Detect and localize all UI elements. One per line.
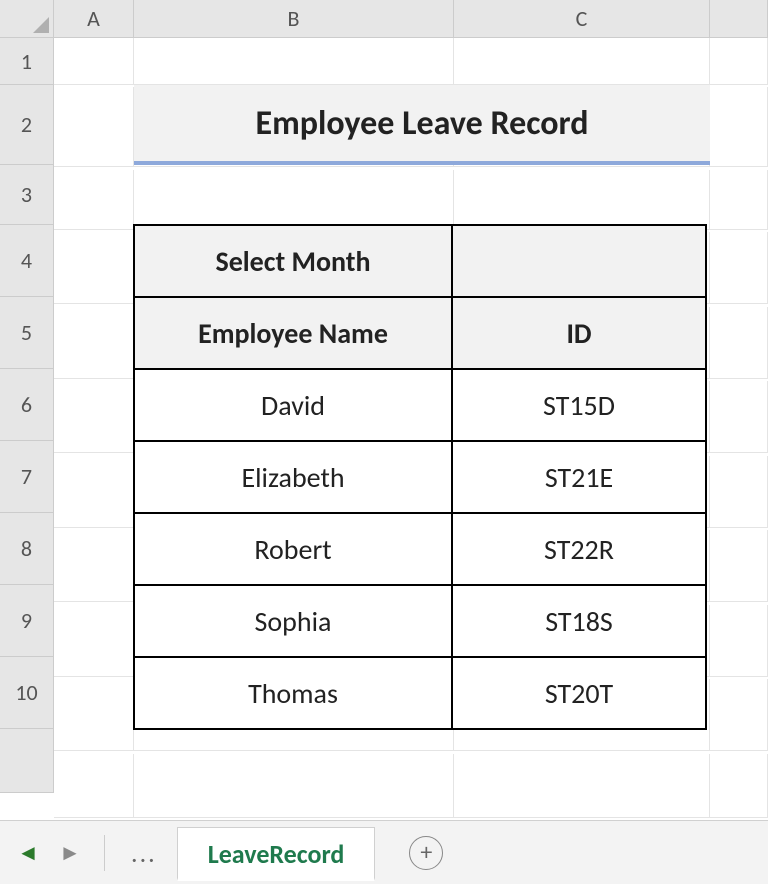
row-header-3[interactable]: 3 bbox=[0, 165, 54, 225]
table-row: Sophia ST18S bbox=[134, 585, 710, 657]
row-header-9[interactable]: 9 bbox=[0, 585, 54, 657]
row-header-10[interactable]: 10 bbox=[0, 657, 54, 729]
table-row: Thomas ST20T bbox=[134, 657, 710, 729]
row-header-1[interactable]: 1 bbox=[0, 38, 54, 85]
column-header-B[interactable]: B bbox=[134, 0, 454, 38]
sheet-overflow-icon[interactable]: ... bbox=[125, 837, 163, 869]
row-header-4[interactable]: 4 bbox=[0, 225, 54, 297]
cell-employee-id[interactable]: ST22R bbox=[451, 512, 707, 586]
column-header-overflow bbox=[710, 0, 768, 38]
select-all-triangle[interactable] bbox=[0, 0, 54, 38]
cell-employee-name[interactable]: David bbox=[133, 368, 453, 442]
employee-table: Select Month Employee Name ID David ST15… bbox=[134, 225, 710, 729]
table-row: Robert ST22R bbox=[134, 513, 710, 585]
add-sheet-button[interactable]: + bbox=[409, 836, 443, 870]
tab-separator bbox=[104, 835, 105, 871]
row-header-6[interactable]: 6 bbox=[0, 369, 54, 441]
plus-icon: + bbox=[420, 838, 432, 867]
select-month-value[interactable] bbox=[451, 224, 707, 298]
row-header-2[interactable]: 2 bbox=[0, 85, 54, 165]
col-header-id[interactable]: ID bbox=[451, 296, 707, 370]
row-header-column: 1 2 3 4 5 6 7 8 9 10 bbox=[0, 38, 54, 820]
row-header-overflow bbox=[0, 729, 54, 793]
table-row: David ST15D bbox=[134, 369, 710, 441]
cell-employee-id[interactable]: ST20T bbox=[451, 656, 707, 730]
cell-employee-id[interactable]: ST21E bbox=[451, 440, 707, 514]
sheet-tab-bar: ◄ ► ... LeaveRecord + bbox=[0, 820, 768, 884]
sheet-nav-prev-icon[interactable]: ◄ bbox=[14, 839, 42, 867]
row-header-5[interactable]: 5 bbox=[0, 297, 54, 369]
column-header-C[interactable]: C bbox=[454, 0, 710, 38]
cell-employee-id[interactable]: ST18S bbox=[451, 584, 707, 658]
table-row: Elizabeth ST21E bbox=[134, 441, 710, 513]
sheet-tab-leaverecord[interactable]: LeaveRecord bbox=[177, 827, 376, 881]
column-header-row: A B C bbox=[0, 0, 768, 38]
cell-employee-name[interactable]: Sophia bbox=[133, 584, 453, 658]
column-header-A[interactable]: A bbox=[54, 0, 134, 38]
cell-employee-name[interactable]: Elizabeth bbox=[133, 440, 453, 514]
sheet-nav-next-icon[interactable]: ► bbox=[56, 839, 84, 867]
worksheet-area: A B C 1 2 3 4 5 6 7 8 9 10 bbox=[0, 0, 768, 820]
cell-employee-id[interactable]: ST15D bbox=[451, 368, 707, 442]
row-header-7[interactable]: 7 bbox=[0, 441, 54, 513]
col-header-employee-name[interactable]: Employee Name bbox=[133, 296, 453, 370]
cell-employee-name[interactable]: Thomas bbox=[133, 656, 453, 730]
row-header-8[interactable]: 8 bbox=[0, 513, 54, 585]
select-month-label[interactable]: Select Month bbox=[133, 224, 453, 298]
cell-employee-name[interactable]: Robert bbox=[133, 512, 453, 586]
page-title[interactable]: Employee Leave Record bbox=[134, 85, 710, 165]
